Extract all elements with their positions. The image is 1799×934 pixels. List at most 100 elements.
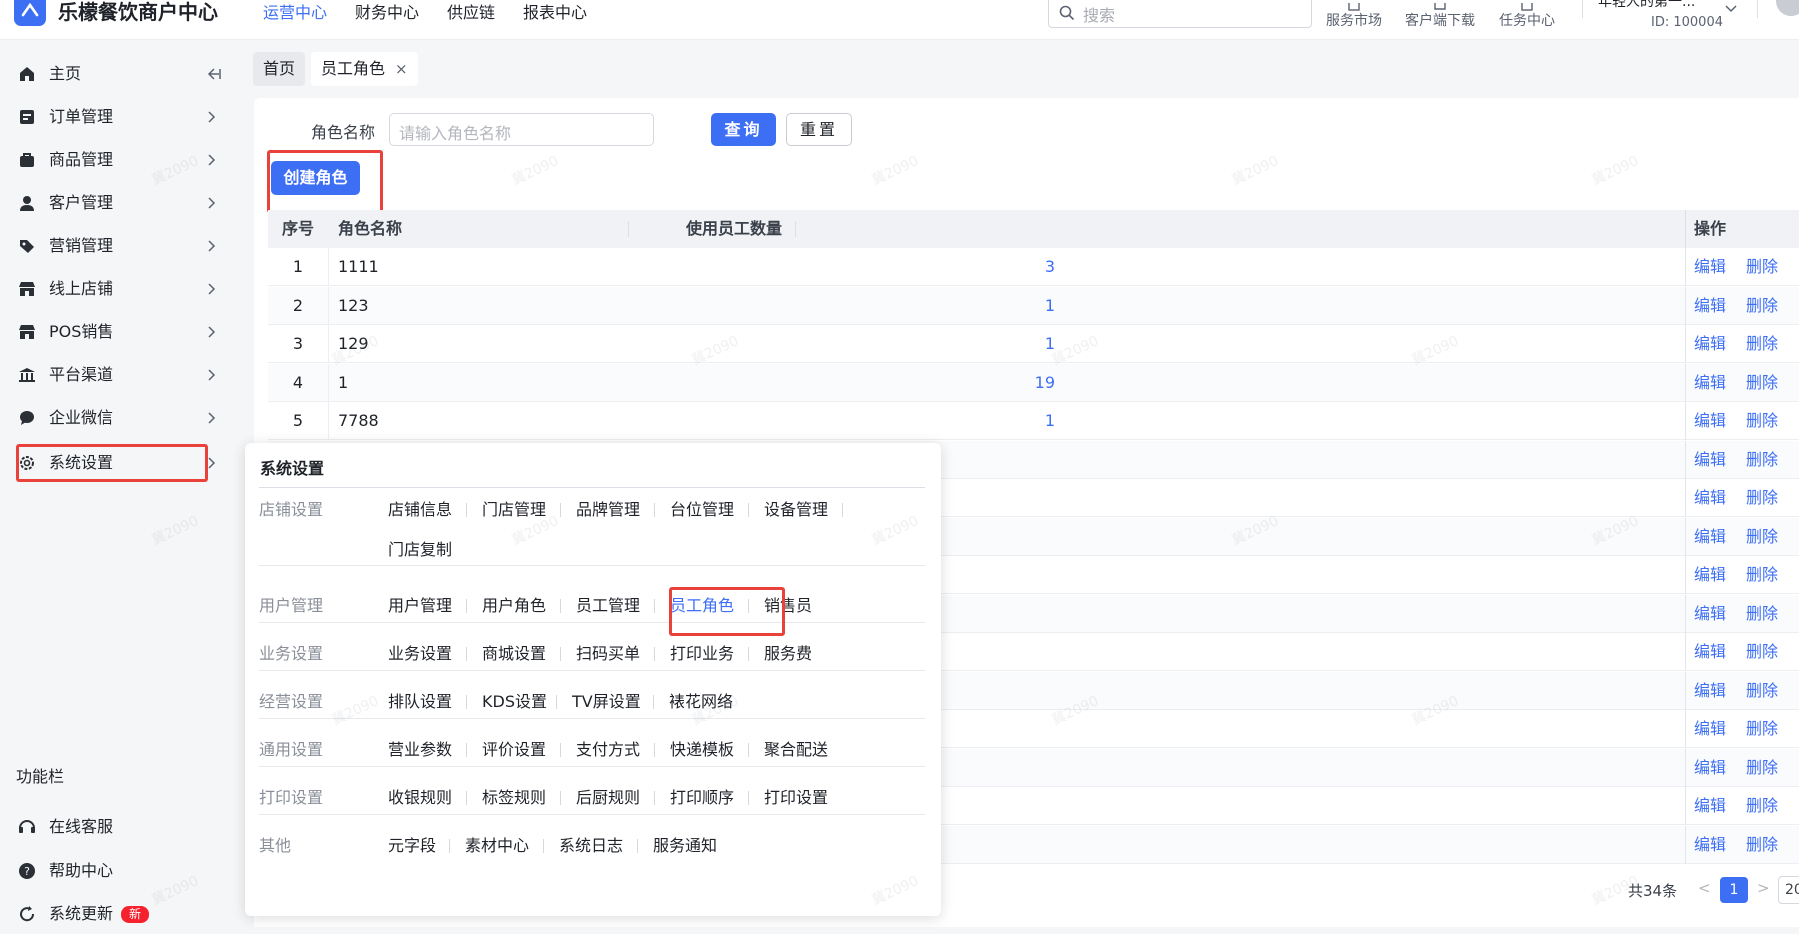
settings-link[interactable]: 服务费 (764, 642, 812, 666)
settings-link[interactable]: 服务通知 (653, 834, 717, 858)
sidebar-item-product[interactable]: 商品管理 (0, 140, 238, 180)
row-staff-count[interactable]: 1 (788, 287, 1055, 325)
nav-supply[interactable]: 供应链 (447, 0, 495, 26)
edit-link[interactable]: 编辑 (1694, 672, 1726, 710)
search-input[interactable]: 搜索 (1048, 0, 1312, 28)
settings-link[interactable]: 门店管理 (482, 498, 546, 522)
tab-staff-role[interactable]: 员工角色 × (311, 52, 418, 86)
delete-link[interactable]: 删除 (1746, 787, 1778, 825)
row-staff-count[interactable]: 19 (788, 364, 1055, 402)
chevron-down-icon[interactable] (1724, 4, 1738, 14)
row-staff-count[interactable]: 1 (788, 325, 1055, 363)
settings-link[interactable]: 业务设置 (388, 642, 452, 666)
edit-link[interactable]: 编辑 (1694, 749, 1726, 787)
settings-link[interactable]: 素材中心 (465, 834, 529, 858)
reset-button[interactable]: 重置 (786, 113, 852, 146)
delete-link[interactable]: 删除 (1746, 749, 1778, 787)
settings-link[interactable]: 打印设置 (764, 786, 828, 810)
row-staff-count[interactable]: 3 (788, 248, 1055, 286)
role-name-input[interactable]: 请输入角色名称 (389, 113, 654, 146)
tool-task-center[interactable]: 任务中心 (1499, 0, 1555, 30)
row-staff-count[interactable]: 1 (788, 402, 1055, 440)
edit-link[interactable]: 编辑 (1694, 479, 1726, 517)
settings-link[interactable]: 打印顺序 (670, 786, 734, 810)
prev-page-icon[interactable]: < (1698, 879, 1711, 897)
close-icon[interactable]: × (395, 60, 408, 78)
settings-link[interactable]: 系统日志 (559, 834, 623, 858)
nav-finance[interactable]: 财务中心 (355, 0, 419, 26)
settings-link[interactable]: 快递模板 (670, 738, 734, 762)
settings-link[interactable]: 支付方式 (576, 738, 640, 762)
settings-link[interactable]: 排队设置 (388, 690, 452, 714)
edit-link[interactable]: 编辑 (1694, 248, 1726, 286)
sidebar-item-help[interactable]: ? 帮助中心 (0, 851, 238, 891)
delete-link[interactable]: 删除 (1746, 556, 1778, 594)
collapse-icon[interactable] (204, 67, 222, 81)
settings-link[interactable]: 门店复制 (388, 538, 452, 562)
sidebar-item-home[interactable]: 主页 (0, 54, 238, 94)
settings-link[interactable]: 品牌管理 (576, 498, 640, 522)
account-name[interactable]: 年轻人的第一... (1598, 0, 1695, 12)
tab-home[interactable]: 首页 (253, 52, 306, 86)
nav-report[interactable]: 报表中心 (523, 0, 587, 26)
settings-link[interactable]: 后厨规则 (576, 786, 640, 810)
edit-link[interactable]: 编辑 (1694, 710, 1726, 748)
edit-link[interactable]: 编辑 (1694, 518, 1726, 556)
sidebar-item-order[interactable]: 订单管理 (0, 97, 238, 137)
settings-link[interactable]: 聚合配送 (764, 738, 828, 762)
delete-link[interactable]: 删除 (1746, 441, 1778, 479)
delete-link[interactable]: 删除 (1746, 710, 1778, 748)
settings-link[interactable]: 设备管理 (764, 498, 828, 522)
query-button[interactable]: 查询 (711, 113, 776, 146)
settings-link[interactable]: 标签规则 (482, 786, 546, 810)
edit-link[interactable]: 编辑 (1694, 826, 1726, 864)
edit-link[interactable]: 编辑 (1694, 364, 1726, 402)
next-page-icon[interactable]: > (1757, 879, 1770, 897)
settings-link[interactable]: KDS设置 (482, 690, 547, 714)
settings-link[interactable]: 店铺信息 (388, 498, 452, 522)
sidebar-item-online-store[interactable]: 线上店铺 (0, 269, 238, 309)
create-role-button[interactable]: 创建角色 (271, 161, 360, 195)
settings-link[interactable]: TV屏设置 (572, 690, 641, 714)
delete-link[interactable]: 删除 (1746, 595, 1778, 633)
settings-link[interactable]: 打印业务 (670, 642, 734, 666)
settings-link[interactable]: 员工管理 (576, 594, 640, 618)
edit-link[interactable]: 编辑 (1694, 633, 1726, 671)
settings-link[interactable]: 元字段 (388, 834, 436, 858)
sidebar-item-online-service[interactable]: 在线客服 (0, 807, 238, 847)
delete-link[interactable]: 删除 (1746, 479, 1778, 517)
edit-link[interactable]: 编辑 (1694, 441, 1726, 479)
tool-client-download[interactable]: 客户端下载 (1405, 0, 1475, 30)
page-size-select[interactable]: 20 (1778, 876, 1799, 904)
settings-link[interactable]: 台位管理 (670, 498, 734, 522)
sidebar-item-settings[interactable]: 系统设置 (0, 443, 238, 483)
sidebar-item-wecom[interactable]: 企业微信 (0, 398, 238, 438)
edit-link[interactable]: 编辑 (1694, 556, 1726, 594)
settings-link[interactable]: 用户角色 (482, 594, 546, 618)
edit-link[interactable]: 编辑 (1694, 787, 1726, 825)
settings-link[interactable]: 评价设置 (482, 738, 546, 762)
settings-link[interactable]: 用户管理 (388, 594, 452, 618)
avatar[interactable] (1776, 0, 1799, 16)
settings-link[interactable]: 扫码买单 (576, 642, 640, 666)
settings-link[interactable]: 裱花网络 (669, 690, 733, 714)
sidebar-item-pos[interactable]: POS销售 (0, 312, 238, 352)
delete-link[interactable]: 删除 (1746, 402, 1778, 440)
delete-link[interactable]: 删除 (1746, 826, 1778, 864)
delete-link[interactable]: 删除 (1746, 518, 1778, 556)
sidebar-item-customer[interactable]: 客户管理 (0, 183, 238, 223)
settings-link[interactable]: 员工角色 (670, 594, 734, 618)
sidebar-item-update[interactable]: 系统更新新 (0, 894, 238, 934)
page-button-current[interactable]: 1 (1720, 877, 1748, 903)
edit-link[interactable]: 编辑 (1694, 287, 1726, 325)
edit-link[interactable]: 编辑 (1694, 595, 1726, 633)
delete-link[interactable]: 删除 (1746, 364, 1778, 402)
settings-link[interactable]: 收银规则 (388, 786, 452, 810)
edit-link[interactable]: 编辑 (1694, 402, 1726, 440)
settings-link[interactable]: 销售员 (764, 594, 812, 618)
settings-link[interactable]: 商城设置 (482, 642, 546, 666)
delete-link[interactable]: 删除 (1746, 672, 1778, 710)
sidebar-item-marketing[interactable]: 营销管理 (0, 226, 238, 266)
settings-link[interactable]: 营业参数 (388, 738, 452, 762)
sidebar-item-channel[interactable]: 平台渠道 (0, 355, 238, 395)
